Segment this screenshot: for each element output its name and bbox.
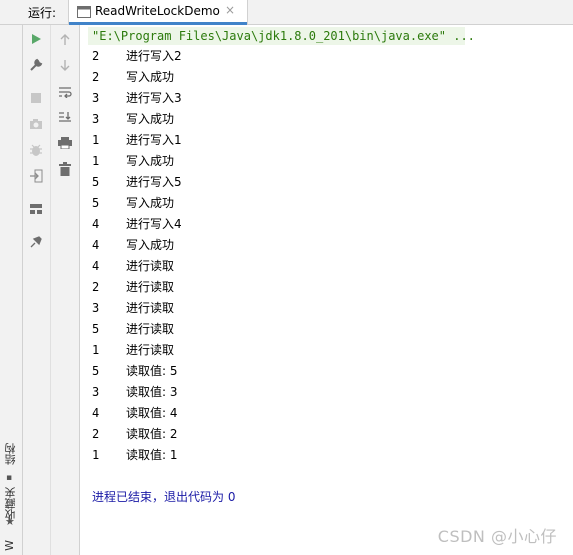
log-message: 写入成功 <box>126 196 175 210</box>
thread-id: 1 <box>92 154 100 168</box>
left-tool-stripe: 结构 ▪ 收藏夹 ★ W <box>0 25 23 555</box>
log-message: 读取值: 3 <box>126 385 178 399</box>
thread-id: 3 <box>92 385 100 399</box>
wrench-icon[interactable] <box>26 55 46 75</box>
run-label: 运行: <box>28 6 57 20</box>
thread-id: 5 <box>92 364 100 378</box>
thread-id: 4 <box>92 259 100 273</box>
scroll-to-end-icon[interactable] <box>55 107 75 127</box>
log-message: 进行写入4 <box>126 217 182 231</box>
thread-id: 3 <box>92 112 100 126</box>
close-icon[interactable]: × <box>225 3 235 17</box>
web-tab[interactable]: W <box>3 540 16 551</box>
log-message: 写入成功 <box>126 238 175 252</box>
process-exit-message: 进程已结束，退出代码为 0 <box>92 490 236 504</box>
log-message: 读取值: 4 <box>126 406 178 420</box>
bug-icon[interactable] <box>26 140 46 160</box>
camera-icon[interactable] <box>26 114 46 134</box>
java-command-line: "E:\Program Files\Java\jdk1.8.0_201\bin\… <box>88 27 475 45</box>
log-message: 进行写入2 <box>126 49 182 63</box>
watermark: CSDN @小心仔 <box>437 527 557 546</box>
print-icon[interactable] <box>55 133 75 153</box>
trash-icon[interactable] <box>55 159 75 179</box>
thread-id: 1 <box>92 343 100 357</box>
log-message: 读取值: 2 <box>126 427 178 441</box>
play-icon[interactable] <box>26 29 46 49</box>
log-message: 进行读取 <box>126 301 175 315</box>
console-output[interactable]: "E:\Program Files\Java\jdk1.8.0_201\bin\… <box>80 25 573 555</box>
star-icon: ★ <box>5 515 15 528</box>
thread-id: 1 <box>92 133 100 147</box>
run-config-icon <box>77 6 91 21</box>
structure-icon: ▪ <box>6 473 13 483</box>
tab-readwritelockdemo[interactable]: ReadWriteLockDemo × <box>68 0 248 25</box>
thread-id: 5 <box>92 322 100 336</box>
run-tool-header: 运行: ReadWriteLockDemo × <box>0 0 573 25</box>
thread-id: 5 <box>92 175 100 189</box>
log-message: 进行写入5 <box>126 175 182 189</box>
log-message: 进行写入3 <box>126 91 182 105</box>
stop-icon[interactable] <box>26 88 46 108</box>
thread-id: 4 <box>92 217 100 231</box>
login-icon[interactable] <box>26 166 46 186</box>
log-message: 读取值: 1 <box>126 448 178 462</box>
tab-title: ReadWriteLockDemo <box>95 4 220 18</box>
run-toolbar-primary <box>23 25 51 555</box>
thread-id: 5 <box>92 196 100 210</box>
arrow-up-icon[interactable] <box>55 30 75 50</box>
thread-id: 4 <box>92 238 100 252</box>
thread-id: 3 <box>92 301 100 315</box>
layout-icon[interactable] <box>26 199 46 219</box>
run-toolbar-secondary <box>51 25 80 555</box>
thread-id: 2 <box>92 280 100 294</box>
structure-tab[interactable]: 结构 <box>3 443 19 465</box>
thread-id: 3 <box>92 91 100 105</box>
arrow-down-icon[interactable] <box>55 55 75 75</box>
log-message: 写入成功 <box>126 154 175 168</box>
log-message: 写入成功 <box>126 112 175 126</box>
log-message: 进行读取 <box>126 280 175 294</box>
pin-icon[interactable] <box>26 232 46 252</box>
thread-id: 2 <box>92 49 100 63</box>
thread-id: 4 <box>92 406 100 420</box>
thread-id: 2 <box>92 70 100 84</box>
log-message: 写入成功 <box>126 70 175 84</box>
soft-wrap-icon[interactable] <box>55 82 75 102</box>
log-message: 读取值: 5 <box>126 364 178 378</box>
log-message: 进行读取 <box>126 343 175 357</box>
thread-id: 1 <box>92 448 100 462</box>
thread-id: 2 <box>92 427 100 441</box>
log-message: 进行写入1 <box>126 133 182 147</box>
log-message: 进行读取 <box>126 259 175 273</box>
log-message: 进行读取 <box>126 322 175 336</box>
